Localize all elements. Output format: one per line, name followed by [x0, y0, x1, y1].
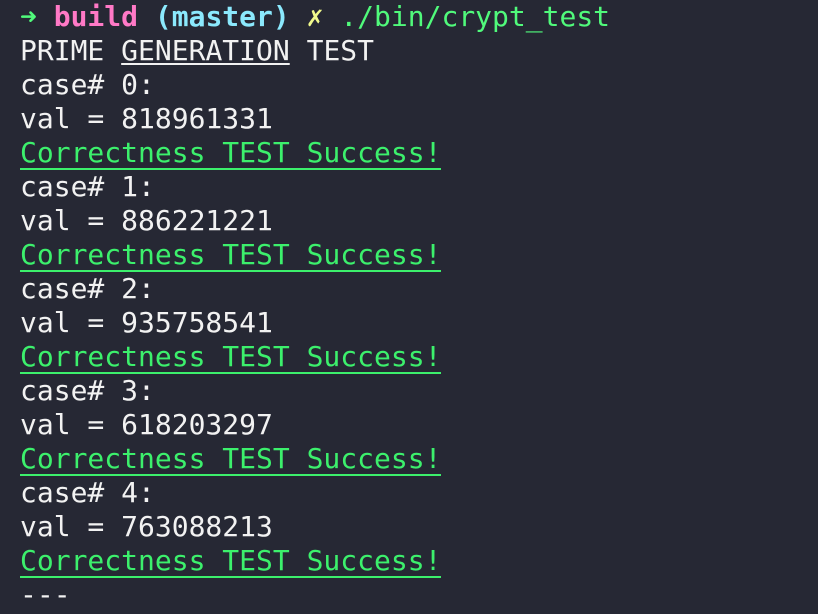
case-value: val = 763088213: [20, 510, 273, 543]
case-label: case# 3:: [20, 374, 155, 407]
header-word-prime: PRIME: [20, 34, 105, 67]
case-label: case# 0:: [20, 68, 155, 101]
header-word-generation: GENERATION: [121, 34, 290, 67]
prompt-dirty-icon: ✗: [306, 0, 324, 33]
header-word-test: TEST: [306, 34, 375, 67]
output-header: PRIME GENERATION TEST: [20, 34, 818, 68]
case-value: val = 618203297: [20, 408, 273, 441]
case-value: val = 935758541: [20, 306, 273, 339]
terminal-window[interactable]: ➜ build (master) ✗ ./bin/crypt_test PRIM…: [0, 0, 818, 614]
case-result-line: Correctness TEST Success!: [20, 442, 818, 476]
case-result: Correctness TEST Success!: [20, 442, 442, 476]
prompt-arrow-icon: ➜: [20, 0, 37, 33]
output-footer: ---: [20, 578, 71, 611]
prompt-directory: build: [53, 0, 139, 33]
case-result: Correctness TEST Success!: [20, 340, 442, 374]
case-result: Correctness TEST Success!: [20, 238, 442, 272]
case-label: case# 2:: [20, 272, 155, 305]
case-value: val = 818961331: [20, 102, 273, 135]
case-result-line: Correctness TEST Success!: [20, 136, 818, 170]
case-result-line: Correctness TEST Success!: [20, 238, 818, 272]
case-result: Correctness TEST Success!: [20, 136, 442, 170]
case-result: Correctness TEST Success!: [20, 544, 442, 578]
case-label: case# 1:: [20, 170, 155, 203]
prompt-command: ./bin/crypt_test: [340, 0, 611, 33]
case-value: val = 886221221: [20, 204, 273, 237]
case-result-line: Correctness TEST Success!: [20, 544, 818, 578]
prompt-line: ➜ build (master) ✗ ./bin/crypt_test: [20, 0, 818, 34]
prompt-git-branch: (master): [154, 0, 290, 33]
case-result-line: Correctness TEST Success!: [20, 340, 818, 374]
case-label: case# 4:: [20, 476, 155, 509]
